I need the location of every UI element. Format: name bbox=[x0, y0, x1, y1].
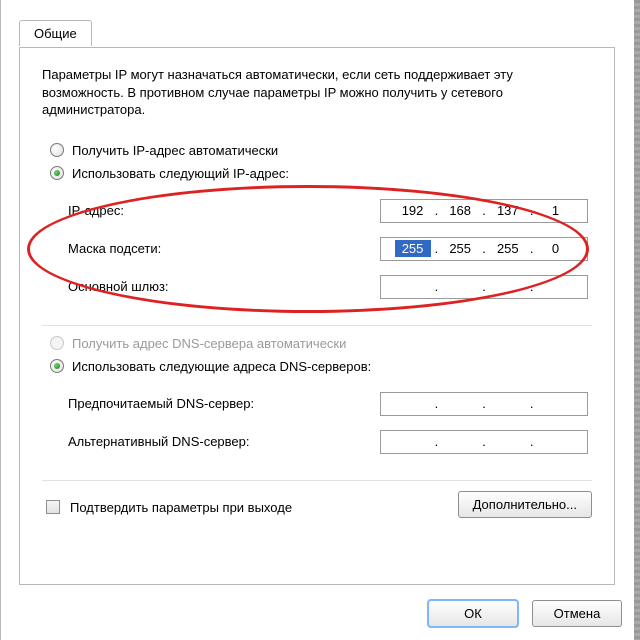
dialog-buttons: ОК Отмена bbox=[19, 600, 622, 627]
radio-icon bbox=[50, 336, 64, 350]
checkbox-icon bbox=[46, 500, 60, 514]
preferred-dns-field[interactable]: . . . bbox=[380, 392, 588, 416]
checkbox-label: Подтвердить параметры при выходе bbox=[70, 500, 292, 515]
tab-panel: Параметры IP могут назначаться автоматич… bbox=[19, 47, 615, 585]
radio-dns-manual[interactable]: Использовать следующие адреса DNS-сервер… bbox=[50, 359, 592, 374]
octet: 168 bbox=[442, 203, 478, 218]
octet: 255 bbox=[490, 241, 526, 256]
tab-general[interactable]: Общие bbox=[19, 20, 92, 46]
advanced-button[interactable]: Дополнительно... bbox=[458, 491, 592, 518]
ip-address-label: IP-адрес: bbox=[68, 203, 124, 218]
octet: 137 bbox=[490, 203, 526, 218]
divider bbox=[42, 325, 592, 326]
ip-address-field[interactable]: 192. 168. 137. 1 bbox=[380, 199, 588, 223]
octet: 255 bbox=[442, 241, 478, 256]
radio-label: Получить IP-адрес автоматически bbox=[72, 143, 278, 158]
radio-ip-manual[interactable]: Использовать следующий IP-адрес: bbox=[50, 166, 592, 181]
alternate-dns-field[interactable]: . . . bbox=[380, 430, 588, 454]
octet: 192 bbox=[395, 203, 431, 218]
gateway-field[interactable]: . . . bbox=[380, 275, 588, 299]
tab-strip: Общие bbox=[19, 20, 92, 46]
subnet-mask-label: Маска подсети: bbox=[68, 241, 161, 256]
radio-ip-auto[interactable]: Получить IP-адрес автоматически bbox=[50, 143, 592, 158]
radio-dns-auto: Получить адрес DNS-сервера автоматически bbox=[50, 336, 592, 351]
radio-label: Использовать следующий IP-адрес: bbox=[72, 166, 289, 181]
octet: 255 bbox=[395, 240, 431, 257]
preferred-dns-label: Предпочитаемый DNS-сервер: bbox=[68, 396, 254, 411]
octet: 0 bbox=[537, 241, 573, 256]
ok-button[interactable]: ОК bbox=[428, 600, 518, 627]
radio-icon bbox=[50, 166, 64, 180]
ip-group: IP-адрес: 192. 168. 137. 1 Маска подсети… bbox=[68, 189, 588, 321]
tcpip-properties-dialog: Общие Параметры IP могут назначаться авт… bbox=[0, 0, 640, 640]
subnet-mask-field[interactable]: 255. 255. 255. 0 bbox=[380, 237, 588, 261]
gateway-label: Основной шлюз: bbox=[68, 279, 169, 294]
divider bbox=[42, 480, 592, 481]
radio-label: Получить адрес DNS-сервера автоматически bbox=[72, 336, 346, 351]
radio-label: Использовать следующие адреса DNS-сервер… bbox=[72, 359, 371, 374]
validate-on-exit[interactable]: Подтвердить параметры при выходе bbox=[46, 500, 292, 515]
alternate-dns-label: Альтернативный DNS-сервер: bbox=[68, 434, 250, 449]
cancel-button[interactable]: Отмена bbox=[532, 600, 622, 627]
octet: 1 bbox=[537, 203, 573, 218]
description-text: Параметры IP могут назначаться автоматич… bbox=[42, 66, 592, 119]
dns-group: Предпочитаемый DNS-сервер: . . . Альтерн… bbox=[68, 382, 588, 476]
radio-icon bbox=[50, 359, 64, 373]
radio-icon bbox=[50, 143, 64, 157]
